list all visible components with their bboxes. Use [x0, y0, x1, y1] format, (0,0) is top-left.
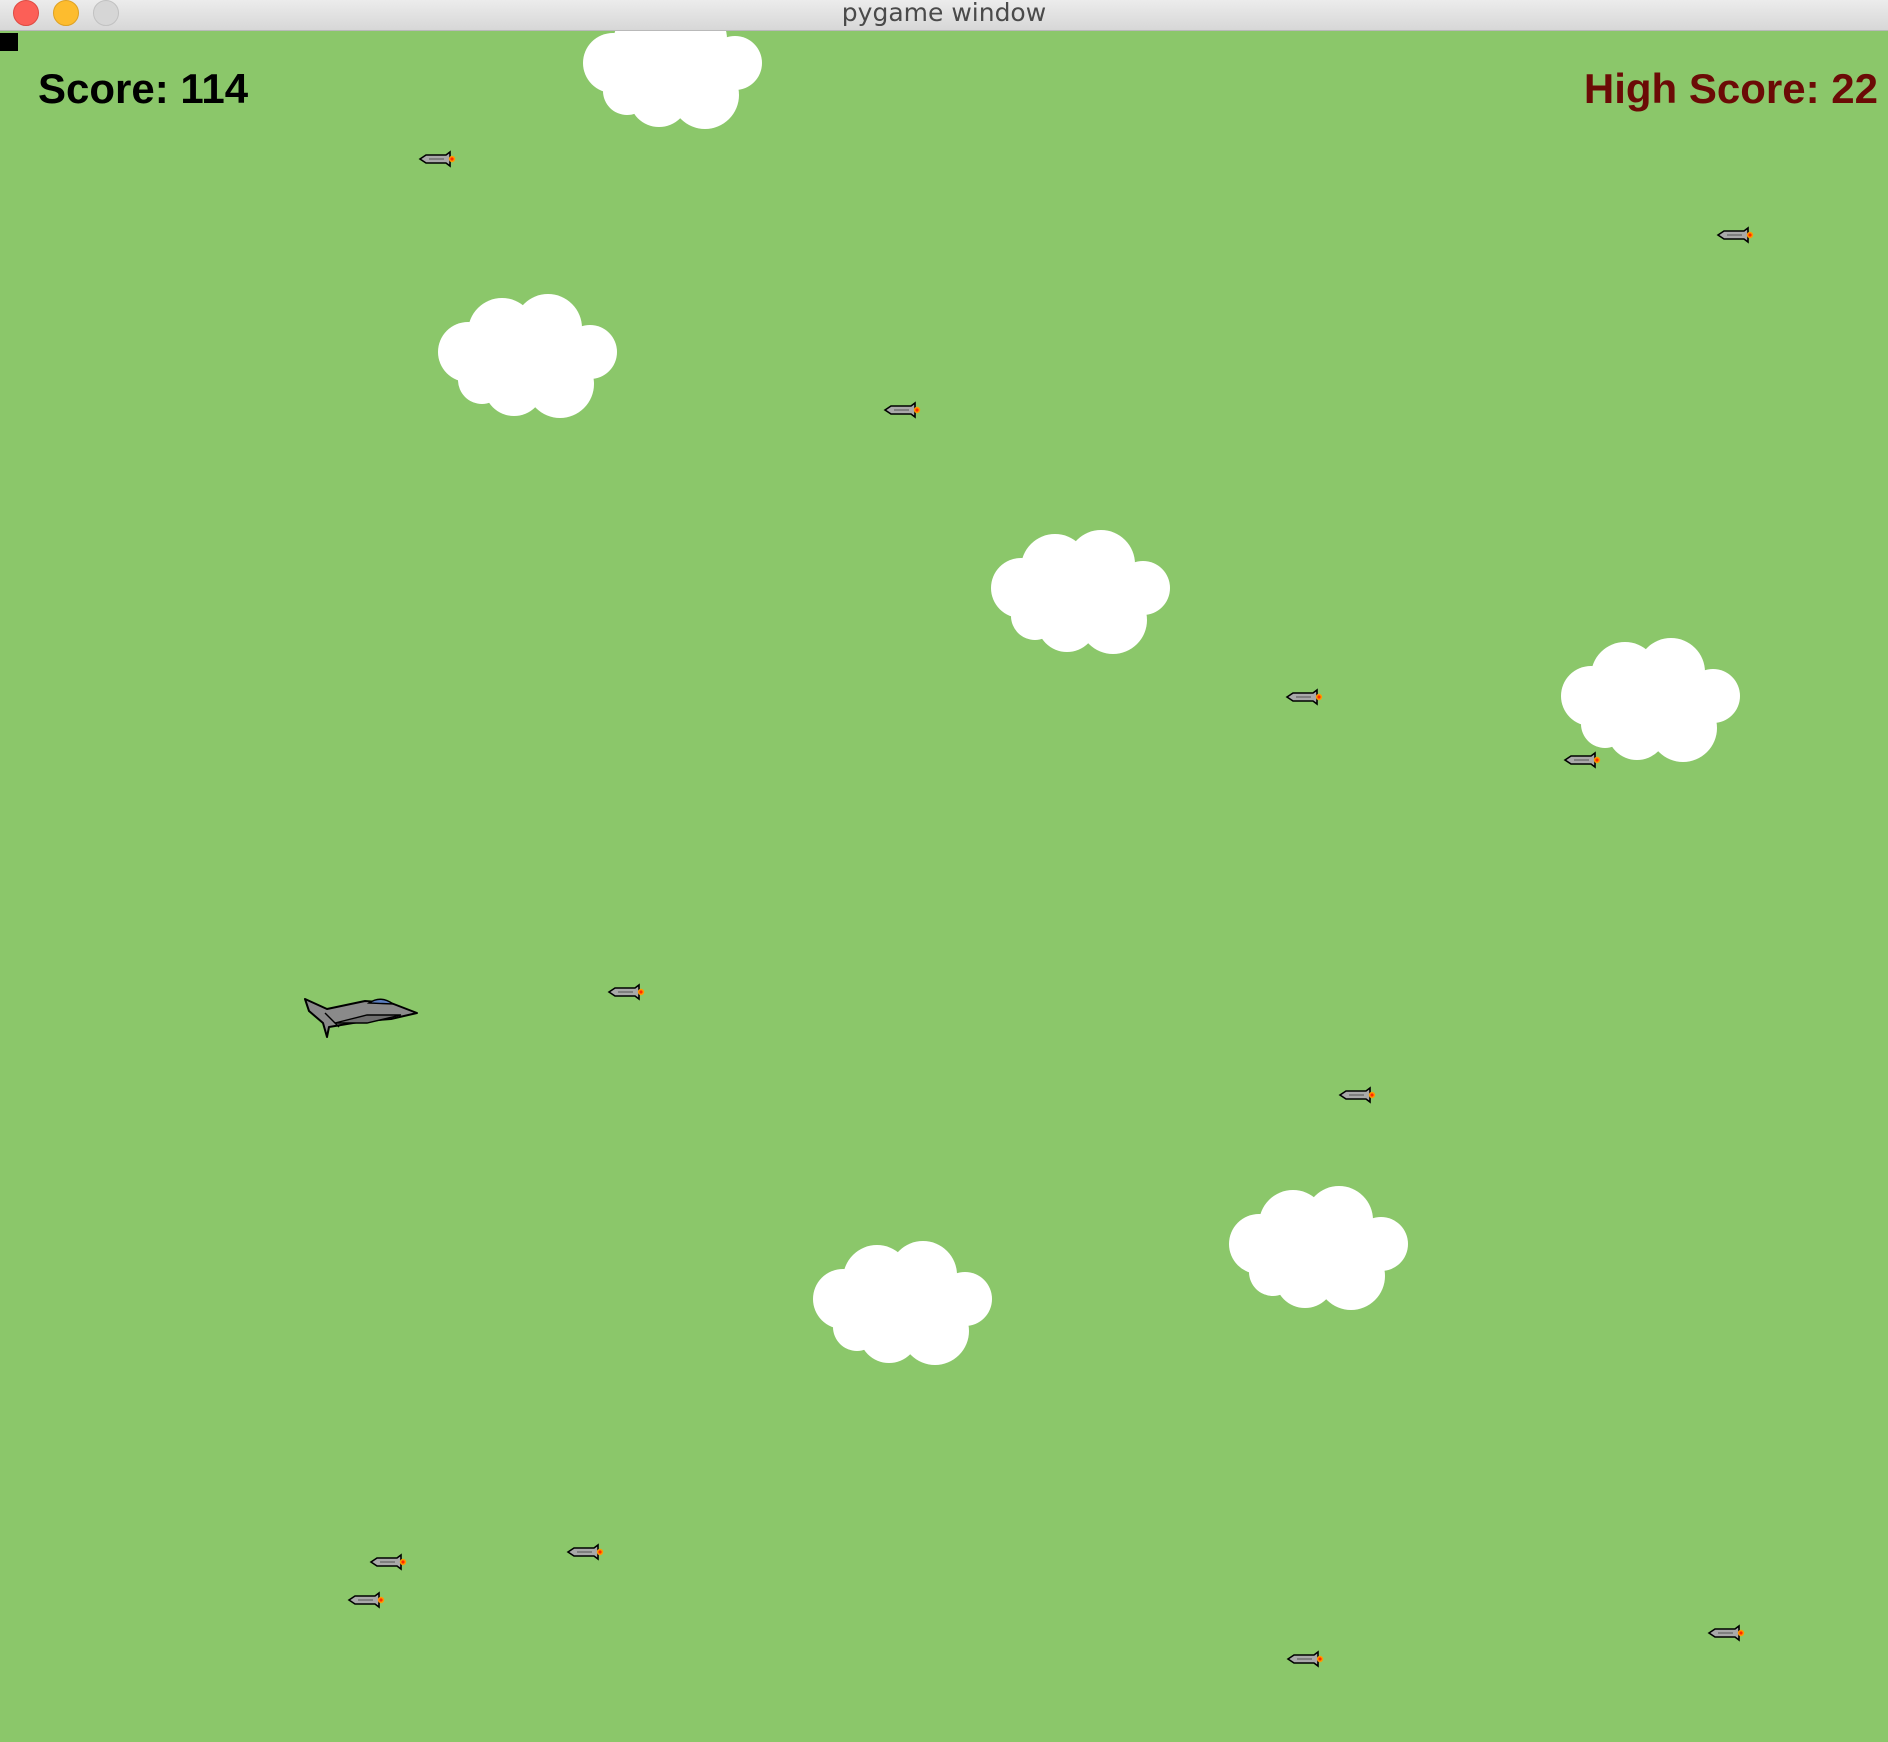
score-label: Score: 114	[38, 65, 249, 112]
title-bar[interactable]: pygame window	[0, 0, 1888, 31]
game-canvas[interactable]: Score: 114 High Score: 22	[0, 31, 1888, 1742]
sky-background	[0, 31, 1888, 1742]
marker-square	[0, 33, 18, 51]
window-title: pygame window	[841, 0, 1047, 27]
game-window: pygame window Score: 114 High Score: 22	[0, 0, 1888, 1742]
high-score-label: High Score: 22	[1583, 65, 1878, 112]
